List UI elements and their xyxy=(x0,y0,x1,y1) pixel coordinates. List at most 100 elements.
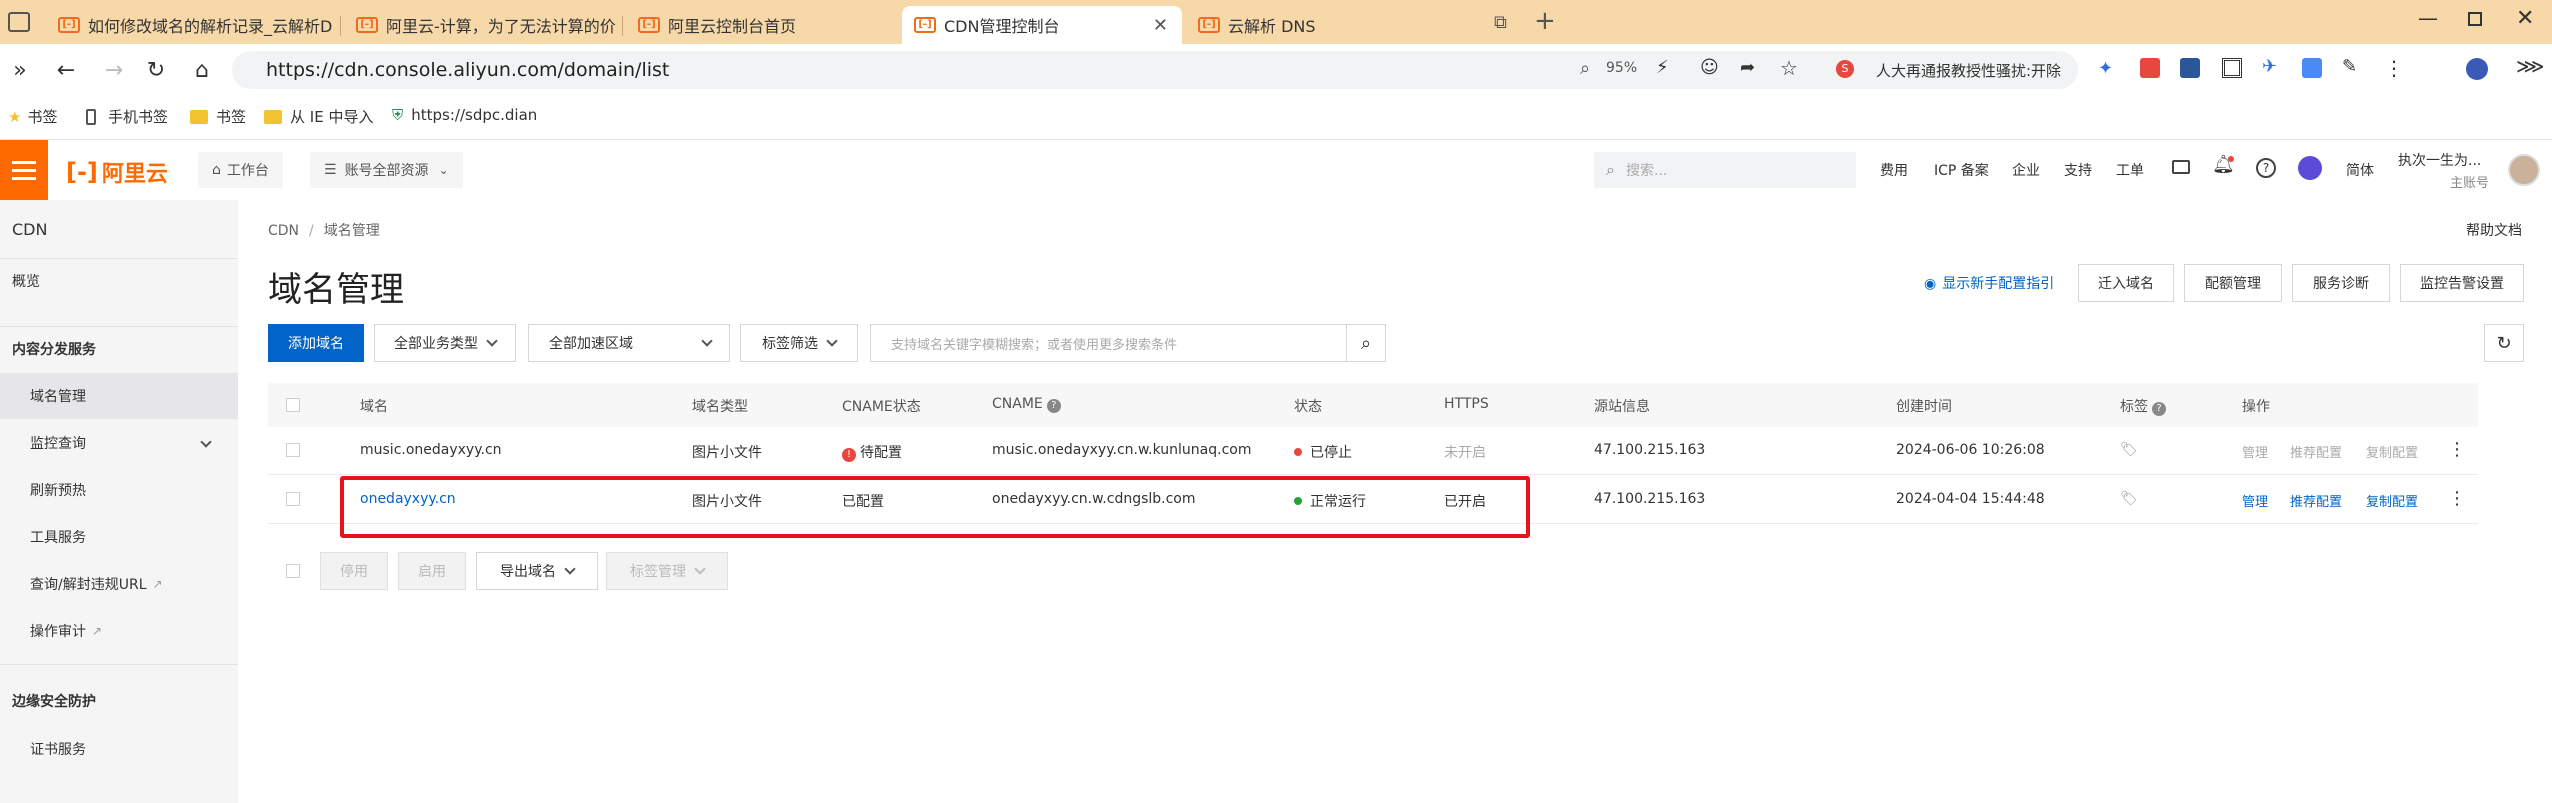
menu-icon[interactable] xyxy=(0,140,48,200)
close-window-icon[interactable]: ✕ xyxy=(2516,6,2534,31)
reload-icon[interactable]: ↻ xyxy=(140,54,172,86)
extension-icon[interactable]: ☺ xyxy=(1700,57,1719,78)
tag-manage-button[interactable]: 标签管理 xyxy=(606,552,728,590)
row-checkbox[interactable] xyxy=(286,443,300,457)
translate-icon[interactable] xyxy=(2302,58,2322,78)
workspace-button[interactable]: ⌂ 工作台 xyxy=(198,152,283,188)
draw-icon[interactable]: ✎ xyxy=(2342,56,2357,77)
close-tab-icon[interactable]: ✕ xyxy=(1153,15,1168,36)
minimize-icon[interactable]: — xyxy=(2418,6,2438,30)
qr-icon[interactable] xyxy=(2222,58,2242,78)
sidebar-item-refresh[interactable]: 刷新预热 xyxy=(0,467,238,513)
restore-icon[interactable] xyxy=(2468,12,2482,26)
sidebar-item-domains[interactable]: 域名管理 xyxy=(0,373,238,419)
ai-assistant-icon[interactable] xyxy=(2298,156,2322,180)
manage-link[interactable]: 管理 xyxy=(2242,491,2268,510)
bird-icon[interactable]: ✈ xyxy=(2262,56,2277,77)
tab-groups-icon[interactable]: ⧉ xyxy=(1494,12,1507,33)
bulk-select-checkbox[interactable] xyxy=(286,564,300,578)
region-select[interactable]: 全部加速区域 xyxy=(528,324,730,362)
more-actions-icon[interactable]: ⋮ xyxy=(2448,488,2466,509)
terminal-icon[interactable] xyxy=(2172,160,2190,174)
browser-tab-3[interactable]: [-] 阿里云控制台首页 xyxy=(626,6,896,44)
help-docs-link[interactable]: 帮助文档 xyxy=(2466,220,2522,240)
browser-tab-1[interactable]: [-] 如何修改域名的解析记录_云解析D xyxy=(46,6,336,44)
sidebar-panel-icon[interactable]: ⋙ xyxy=(2516,54,2544,78)
bookmark-item[interactable]: 从 IE 中导入 xyxy=(264,106,373,127)
nav-link-enterprise[interactable]: 企业 xyxy=(2012,160,2040,180)
tag-filter-select[interactable]: 标签筛选 xyxy=(740,324,858,362)
zoom-icon[interactable]: ⌕ xyxy=(1580,58,1590,79)
sidebar-item-violation-url[interactable]: 查询/解封违规URL ↗ xyxy=(0,561,238,607)
bookmark-item[interactable]: 手机书签 xyxy=(86,106,168,127)
browser-tab-2[interactable]: [-] 阿里云-计算，为了无法计算的价 xyxy=(344,6,634,44)
user-name[interactable]: 执次一生为... xyxy=(2398,150,2481,170)
sidebar-toggle-icon[interactable] xyxy=(8,12,30,32)
aliyun-logo[interactable]: [-] 阿里云 xyxy=(66,156,168,188)
guide-link[interactable]: ◉ 显示新手配置指引 xyxy=(1924,273,2054,293)
recommend-config-link[interactable]: 推荐配置 xyxy=(2290,491,2342,510)
quota-button[interactable]: 配额管理 xyxy=(2184,264,2282,302)
new-tab-icon[interactable]: + xyxy=(1534,6,1556,36)
forward-icon[interactable]: → xyxy=(98,54,130,86)
home-icon[interactable]: ⌂ xyxy=(186,54,218,86)
sidebar-item-tools[interactable]: 工具服务 xyxy=(0,514,238,560)
news-s-icon[interactable]: S xyxy=(1836,60,1854,78)
address-bar[interactable]: https://cdn.console.aliyun.com/domain/li… xyxy=(232,51,2078,89)
add-domain-button[interactable]: 添加域名 xyxy=(268,324,364,362)
breadcrumb-root[interactable]: CDN xyxy=(268,223,299,239)
tag-icon[interactable]: 🏷︎ xyxy=(2120,442,2138,458)
copy-config-link[interactable]: 复制配置 xyxy=(2366,442,2418,461)
manage-link[interactable]: 管理 xyxy=(2242,442,2268,461)
ext-star-icon[interactable]: ✦ xyxy=(2098,58,2113,79)
global-search-input[interactable]: ⌕ 搜索... xyxy=(1594,152,1856,188)
chevron-down-icon xyxy=(694,562,706,575)
row-checkbox[interactable] xyxy=(286,492,300,506)
sidebar-item-audit[interactable]: 操作审计 ↗ xyxy=(0,608,238,654)
browser-tab-4-active[interactable]: [-] CDN管理控制台 ✕ xyxy=(902,6,1182,44)
profile-icon[interactable] xyxy=(2466,58,2488,80)
help-icon[interactable]: ? xyxy=(2256,158,2276,178)
copy-config-link[interactable]: 复制配置 xyxy=(2366,491,2418,510)
domain-search-input[interactable]: 支持域名关键字模糊搜索；或者使用更多搜索条件 xyxy=(870,324,1348,362)
nav-link-billing[interactable]: 费用 xyxy=(1880,160,1908,180)
lightning-icon[interactable]: ⚡ xyxy=(1656,57,1669,78)
recommend-config-link[interactable]: 推荐配置 xyxy=(2290,442,2342,461)
enable-button[interactable]: 启用 xyxy=(398,552,466,590)
disable-button[interactable]: 停用 xyxy=(320,552,388,590)
share-icon[interactable]: ➦ xyxy=(1740,57,1755,78)
nav-link-ticket[interactable]: 工单 xyxy=(2116,160,2144,180)
alarm-settings-button[interactable]: 监控告警设置 xyxy=(2400,264,2524,302)
tag-icon[interactable]: 🏷︎ xyxy=(2120,491,2138,507)
chevron-down-icon xyxy=(564,562,576,575)
avatar[interactable] xyxy=(2508,154,2540,186)
info-icon[interactable]: ? xyxy=(2152,402,2166,416)
account-scope-select[interactable]: ☰ 账号全部资源 ⌄ xyxy=(310,152,463,188)
bookmark-item[interactable]: ★ 书签 xyxy=(8,106,57,127)
news-ticker[interactable]: 人大再通报教授性骚扰:开除 xyxy=(1876,60,2066,81)
diagnose-button[interactable]: 服务诊断 xyxy=(2292,264,2390,302)
business-type-select[interactable]: 全部业务类型 xyxy=(374,324,516,362)
search-button[interactable]: ⌕ xyxy=(1346,324,1386,362)
migrate-domain-button[interactable]: 迁入域名 xyxy=(2078,264,2174,302)
browser-tab-5[interactable]: [-] 云解析 DNS xyxy=(1186,6,1476,44)
refresh-button[interactable]: ↻ xyxy=(2484,324,2524,362)
sidebar-item-overview[interactable]: 概览 xyxy=(0,258,238,304)
info-icon[interactable]: ? xyxy=(1046,399,1061,413)
nav-link-icp[interactable]: ICP 备案 xyxy=(1934,160,1989,180)
office-icon[interactable] xyxy=(2180,58,2200,78)
menu-dots-icon[interactable]: ⋮ xyxy=(2384,56,2404,80)
select-all-checkbox[interactable] xyxy=(286,398,300,412)
favorite-star-icon[interactable]: ☆ xyxy=(1780,56,1798,80)
sidebar-item-certificates[interactable]: 证书服务 xyxy=(0,726,238,772)
expand-icon[interactable]: » xyxy=(4,54,36,86)
language-switch[interactable]: 简体 xyxy=(2346,160,2374,180)
bookmark-item[interactable]: 书签 xyxy=(190,106,246,127)
back-icon[interactable]: ← xyxy=(50,54,82,86)
more-actions-icon[interactable]: ⋮ xyxy=(2448,439,2466,460)
pdf-icon[interactable] xyxy=(2140,58,2160,78)
bookmark-item[interactable]: ⛨ https://sdpc.dian xyxy=(392,106,537,124)
sidebar-item-monitoring[interactable]: 监控查询 xyxy=(0,420,238,466)
nav-link-support[interactable]: 支持 xyxy=(2064,160,2092,180)
export-domains-button[interactable]: 导出域名 xyxy=(476,552,598,590)
